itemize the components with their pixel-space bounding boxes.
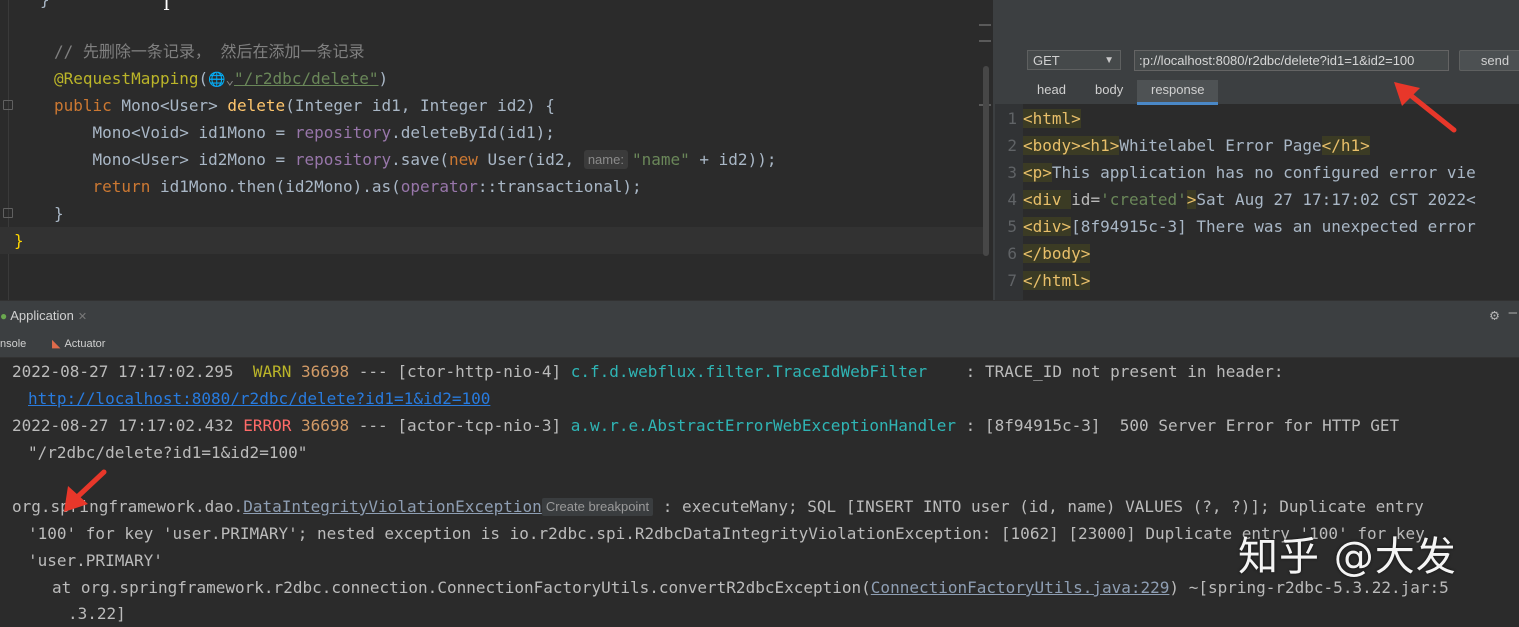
source-link[interactable]: ConnectionFactoryUtils.java:229 <box>871 578 1170 597</box>
annotation-arrow-exception <box>64 469 107 512</box>
exception-link[interactable]: DataIntegrityViolationException <box>243 497 542 516</box>
response-line: 7 </html> <box>1007 271 1091 290</box>
code-line-close-class: } <box>14 231 24 250</box>
url-input[interactable] <box>1134 50 1449 71</box>
mouse-cursor-icon: I <box>163 0 171 15</box>
console-line: "/r2dbc/delete?id1=1&id2=100" <box>28 443 308 462</box>
response-line: 2 <body><h1>Whitelabel Error Page</h1> <box>1007 136 1370 155</box>
console-line: http://localhost:8080/r2dbc/delete?id1=1… <box>28 385 490 412</box>
code-line-top-brace: } <box>40 0 50 13</box>
response-line: 1 <html> <box>1007 109 1081 128</box>
error-stripe-mark[interactable] <box>979 40 991 42</box>
response-line: 4 <div id='created'>Sat Aug 27 17:17:02 C… <box>1007 190 1476 209</box>
send-button[interactable]: send <box>1459 50 1519 71</box>
editor-gutter <box>8 0 9 300</box>
http-client-panel: GET ▼ send head body response 1<html> 2<… <box>993 0 1519 300</box>
error-stripe-mark[interactable] <box>979 24 991 26</box>
request-path-link[interactable]: "/r2dbc/delete" <box>234 69 379 88</box>
console-line: 'user.PRIMARY' <box>28 551 163 570</box>
code-line-signature: public Mono<User> delete(Integer id1, In… <box>54 96 555 115</box>
current-line-highlight <box>0 227 985 254</box>
watermark-text: 知乎 @大发 <box>1238 534 1457 580</box>
run-sub-tabs: nsole ◣ Actuator <box>0 329 1519 358</box>
console-line: org.springframework.dao.DataIntegrityVio… <box>12 497 1424 516</box>
code-line-delete: Mono<Void> id1Mono = repository.deleteBy… <box>54 123 555 142</box>
tab-console[interactable]: nsole <box>0 334 26 354</box>
code-line-close-method: } <box>54 204 64 223</box>
annotation-arrow-url <box>1394 82 1457 133</box>
code-line-annotation: @RequestMapping(🌐⌄"/r2dbc/delete") <box>54 69 389 88</box>
gear-icon[interactable]: ⚙ <box>1490 306 1499 324</box>
code-comment: // 先删除一条记录， 然后在添加一条记录 <box>54 42 365 61</box>
console-line: '100' for key 'user.PRIMARY'; nested exc… <box>28 524 1425 543</box>
chevron-down-icon: ▼ <box>1104 55 1114 66</box>
tab-head[interactable]: head <box>1037 80 1066 102</box>
close-icon[interactable]: ✕ <box>78 311 87 323</box>
fold-marker-icon[interactable] <box>3 100 13 110</box>
create-breakpoint-hint[interactable]: Create breakpoint <box>541 498 654 516</box>
tab-body[interactable]: body <box>1095 80 1123 102</box>
tab-response[interactable]: response <box>1137 80 1219 105</box>
editor-scrollbar[interactable] <box>983 66 989 256</box>
response-line: 3 <p>This application has no configured e… <box>1007 163 1476 182</box>
request-url-link[interactable]: http://localhost:8080/r2dbc/delete?id1=1… <box>28 389 490 408</box>
response-line: 5 <div>[8f94915c-3] There was an unexpect… <box>1007 217 1476 236</box>
parameter-hint: name: <box>583 150 628 169</box>
code-line-save: Mono<User> id2Mono = repository.save(new… <box>54 150 777 169</box>
run-header: ● Application ✕ ⚙ – <box>0 300 1519 329</box>
globe-icon[interactable]: 🌐⌄ <box>208 72 234 88</box>
spring-leaf-icon: ● <box>0 309 8 323</box>
method-select[interactable]: GET ▼ <box>1027 50 1121 70</box>
console-line: .3.22] <box>68 604 126 623</box>
response-line: 6 </body> <box>1007 244 1091 263</box>
actuator-icon: ◣ <box>52 338 61 350</box>
code-editor[interactable]: } I // 先删除一条记录， 然后在添加一条记录 @RequestMappin… <box>0 0 993 300</box>
console-line: 2022-08-27 17:17:02.295 WARN 36698 --- [… <box>12 362 1284 381</box>
minimize-icon[interactable]: – <box>1509 305 1517 321</box>
code-line-return: return id1Mono.then(id2Mono).as(operator… <box>54 177 642 196</box>
tab-application[interactable]: ● Application ✕ <box>0 305 95 327</box>
fold-marker-icon[interactable] <box>3 208 13 218</box>
tab-actuator[interactable]: ◣ Actuator <box>52 334 105 354</box>
console-line: 2022-08-27 17:17:02.432 ERROR 36698 --- … <box>12 416 1400 435</box>
